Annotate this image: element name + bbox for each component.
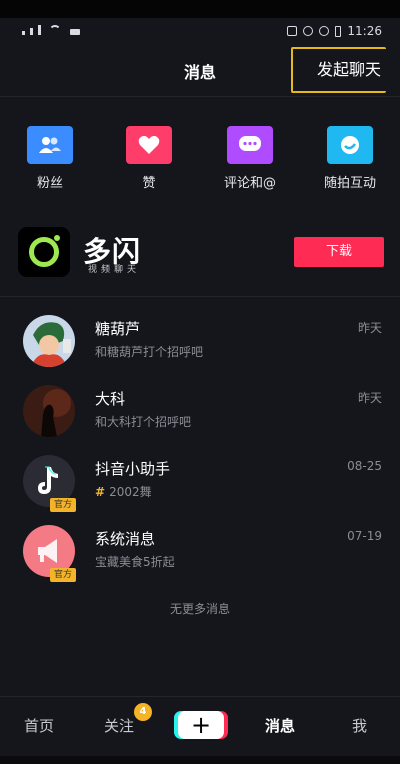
comment-icon [227,126,273,164]
conversation-name: 糖葫芦 [95,320,141,338]
conversation-preview: #2002舞 [95,483,152,500]
signal-bar [22,31,25,35]
official-badge: 官方 [50,568,76,582]
nfc-icon [287,26,298,36]
conversation-time: 07-19 [347,529,382,543]
create-button[interactable]: + [178,711,224,739]
plus-icon: + [190,711,212,739]
follow-count-badge: 4 [134,703,152,721]
alarm-icon [303,26,314,36]
tab-home[interactable]: 首页 [24,715,54,736]
status-time: 11:26 [347,24,382,38]
divider [0,296,400,297]
quick-action-label: 评论和@ [223,176,276,191]
conversation-time: 08-25 [347,459,382,473]
tab-messages[interactable]: 消息 [265,715,295,736]
tab-follow[interactable]: 关注 [104,715,134,736]
download-button[interactable]: 下载 [294,237,384,267]
signal-bar [38,25,41,35]
fans-icon [27,126,73,164]
signal-bar [30,28,33,35]
bottom-tabbar: 首页 关注 4 + 消息 我 [0,696,400,756]
preview-text: 2002舞 [109,485,152,499]
conversation-time: 昨天 [357,321,382,335]
status-left [22,25,80,35]
conversation-row[interactable]: 大科 和大科打个招呼吧 昨天 [0,380,400,450]
conversation-name: 系统消息 [95,530,156,548]
quick-action-label: 随拍互动 [323,176,376,191]
quick-action-label: 赞 [142,176,156,191]
camera-interact-icon [327,126,373,164]
tab-me[interactable]: 我 [352,715,367,736]
duoshan-logo [18,227,70,277]
conversation-name: 大科 [95,390,126,408]
avatar [23,315,75,367]
top-edge [0,0,400,18]
messages-panel: 粉丝 赞 评论和@ 随拍互动 多闪 视频聊天 下载 糖葫芦 和糖葫芦打个招呼吧 … [0,96,400,696]
divider [0,96,400,97]
conversation-preview: 和糖葫芦打个招呼吧 [95,345,204,359]
header: 消息 发起聊天 [0,44,400,96]
conversation-row[interactable]: 官方 系统消息 宝藏美食5折起 07-19 [0,520,400,590]
conversation-preview: 和大科打个招呼吧 [95,415,192,429]
notification-icon [70,29,80,35]
conversation-row[interactable]: 糖葫芦 和糖葫芦打个招呼吧 昨天 [0,310,400,380]
wifi-icon [49,25,61,35]
quick-action-likes[interactable]: 赞 [121,126,177,191]
heart-icon [126,126,172,164]
quick-action-comments[interactable]: 评论和@ [222,126,278,191]
official-badge: 官方 [50,498,76,512]
start-chat-button[interactable]: 发起聊天 [291,47,386,93]
battery-icon [335,25,342,37]
conversation-preview: 宝藏美食5折起 [95,555,175,569]
quick-action-interact[interactable]: 随拍互动 [322,126,378,191]
conversation-time: 昨天 [357,391,382,405]
conversation-name: 抖音小助手 [95,460,171,478]
conversation-row[interactable]: 官方 抖音小助手 #2002舞 08-25 [0,450,400,520]
status-right: 11:26 [287,24,382,38]
avatar [23,385,75,437]
status-bar: 11:26 [0,18,400,44]
hashtag-icon: # [95,485,106,499]
quick-action-label: 粉丝 [36,176,63,191]
no-more-messages: 无更多消息 [169,602,230,616]
promo-subtitle: 视频聊天 [88,265,141,275]
quick-action-fans[interactable]: 粉丝 [22,126,78,191]
mute-icon [319,26,330,36]
duoshan-promo-banner[interactable]: 多闪 视频聊天 下载 [18,227,384,279]
bottom-edge [0,756,400,764]
